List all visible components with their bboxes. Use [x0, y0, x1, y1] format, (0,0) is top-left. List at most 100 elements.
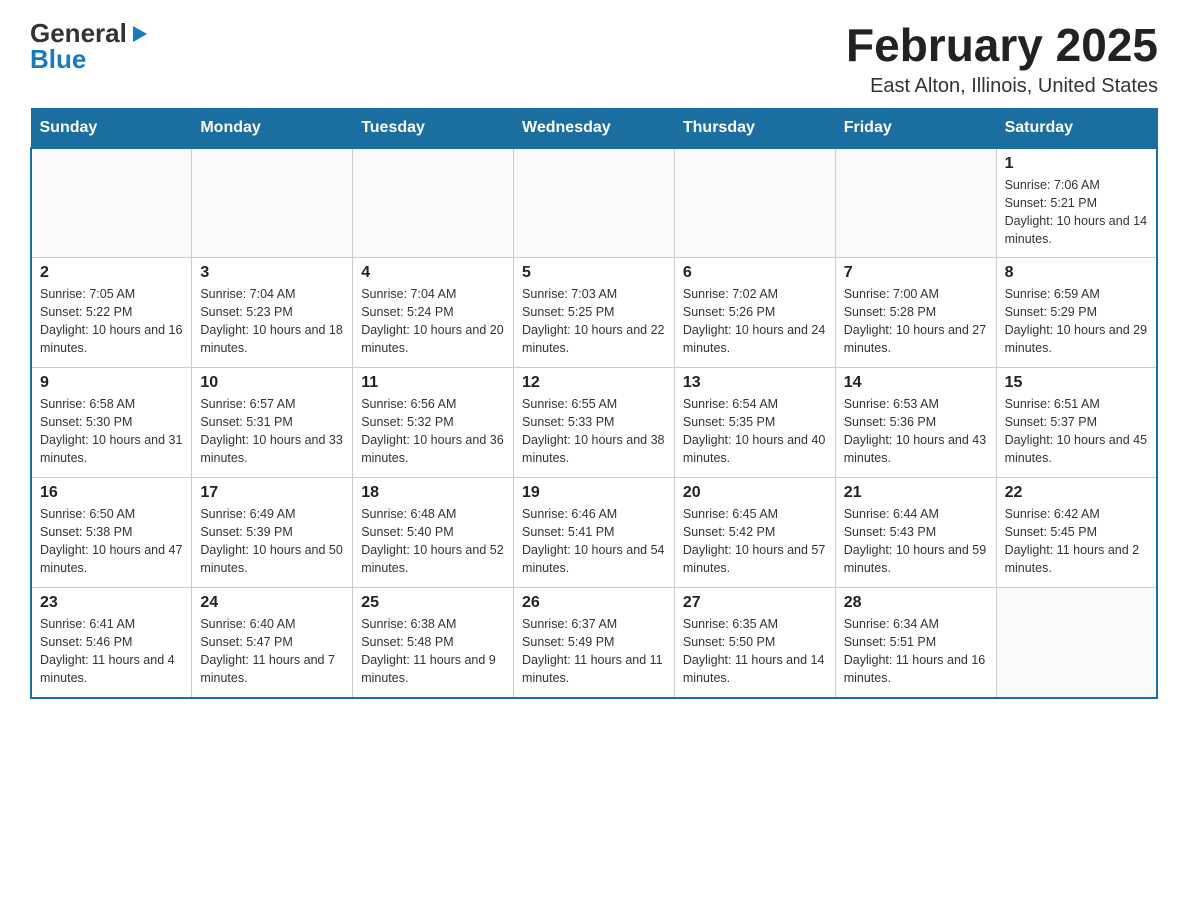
day-number: 10 [200, 374, 344, 392]
day-info: Sunrise: 7:05 AMSunset: 5:22 PMDaylight:… [40, 285, 183, 358]
calendar-cell: 25 Sunrise: 6:38 AMSunset: 5:48 PMDayligh… [353, 588, 514, 698]
calendar-cell [192, 148, 353, 258]
calendar-week-row: 2 Sunrise: 7:05 AMSunset: 5:22 PMDaylight… [31, 258, 1157, 368]
calendar-cell: 4 Sunrise: 7:04 AMSunset: 5:24 PMDaylight… [353, 258, 514, 368]
day-info: Sunrise: 6:58 AMSunset: 5:30 PMDaylight:… [40, 395, 183, 468]
calendar-cell [835, 148, 996, 258]
day-number: 13 [683, 374, 827, 392]
day-header-tuesday: Tuesday [353, 108, 514, 148]
day-info: Sunrise: 6:38 AMSunset: 5:48 PMDaylight:… [361, 615, 505, 688]
calendar-cell [996, 588, 1157, 698]
day-number: 22 [1005, 484, 1148, 502]
days-header-row: SundayMondayTuesdayWednesdayThursdayFrid… [31, 108, 1157, 148]
day-number: 24 [200, 594, 344, 612]
day-header-monday: Monday [192, 108, 353, 148]
day-info: Sunrise: 6:49 AMSunset: 5:39 PMDaylight:… [200, 505, 344, 578]
calendar-cell: 7 Sunrise: 7:00 AMSunset: 5:28 PMDaylight… [835, 258, 996, 368]
calendar-cell [31, 148, 192, 258]
calendar-cell [514, 148, 675, 258]
calendar-cell: 2 Sunrise: 7:05 AMSunset: 5:22 PMDaylight… [31, 258, 192, 368]
day-number: 16 [40, 484, 183, 502]
calendar-cell: 21 Sunrise: 6:44 AMSunset: 5:43 PMDayligh… [835, 478, 996, 588]
day-info: Sunrise: 6:40 AMSunset: 5:47 PMDaylight:… [200, 615, 344, 688]
day-number: 11 [361, 374, 505, 392]
day-number: 9 [40, 374, 183, 392]
day-info: Sunrise: 7:02 AMSunset: 5:26 PMDaylight:… [683, 285, 827, 358]
day-info: Sunrise: 6:53 AMSunset: 5:36 PMDaylight:… [844, 395, 988, 468]
calendar-week-row: 23Sunrise: 6:41 AMSunset: 5:46 PMDayligh… [31, 588, 1157, 698]
day-number: 17 [200, 484, 344, 502]
day-number: 3 [200, 264, 344, 282]
calendar-cell: 27 Sunrise: 6:35 AMSunset: 5:50 PMDayligh… [674, 588, 835, 698]
day-number: 1 [1005, 155, 1148, 173]
page-header: General Blue February 2025 East Alton, I… [30, 20, 1158, 98]
day-info: Sunrise: 6:55 AMSunset: 5:33 PMDaylight:… [522, 395, 666, 468]
day-info: Sunrise: 6:56 AMSunset: 5:32 PMDaylight:… [361, 395, 505, 468]
day-info: Sunrise: 6:44 AMSunset: 5:43 PMDaylight:… [844, 505, 988, 578]
calendar-week-row: 1 Sunrise: 7:06 AMSunset: 5:21 PMDaylight… [31, 148, 1157, 258]
logo-blue-text: Blue [30, 46, 86, 72]
day-info: Sunrise: 7:03 AMSunset: 5:25 PMDaylight:… [522, 285, 666, 358]
calendar-cell: 22 Sunrise: 6:42 AMSunset: 5:45 PMDayligh… [996, 478, 1157, 588]
day-info: Sunrise: 6:42 AMSunset: 5:45 PMDaylight:… [1005, 505, 1148, 578]
day-info: Sunrise: 6:46 AMSunset: 5:41 PMDaylight:… [522, 505, 666, 578]
day-number: 2 [40, 264, 183, 282]
calendar-cell: 8 Sunrise: 6:59 AMSunset: 5:29 PMDaylight… [996, 258, 1157, 368]
day-number: 27 [683, 594, 827, 612]
day-number: 8 [1005, 264, 1148, 282]
day-number: 15 [1005, 374, 1148, 392]
day-info: Sunrise: 6:59 AMSunset: 5:29 PMDaylight:… [1005, 285, 1148, 358]
calendar-header: SundayMondayTuesdayWednesdayThursdayFrid… [31, 108, 1157, 148]
calendar-cell: 23Sunrise: 6:41 AMSunset: 5:46 PMDayligh… [31, 588, 192, 698]
calendar-cell [353, 148, 514, 258]
calendar-cell: 16Sunrise: 6:50 AMSunset: 5:38 PMDayligh… [31, 478, 192, 588]
month-title: February 2025 [846, 20, 1158, 71]
logo: General Blue [30, 20, 151, 72]
logo-arrow-icon [129, 23, 151, 45]
day-number: 20 [683, 484, 827, 502]
calendar-cell: 11 Sunrise: 6:56 AMSunset: 5:32 PMDayligh… [353, 368, 514, 478]
day-info: Sunrise: 6:51 AMSunset: 5:37 PMDaylight:… [1005, 395, 1148, 468]
calendar-cell: 5 Sunrise: 7:03 AMSunset: 5:25 PMDaylight… [514, 258, 675, 368]
calendar-cell: 17 Sunrise: 6:49 AMSunset: 5:39 PMDayligh… [192, 478, 353, 588]
day-number: 6 [683, 264, 827, 282]
day-number: 19 [522, 484, 666, 502]
day-number: 18 [361, 484, 505, 502]
title-block: February 2025 East Alton, Illinois, Unit… [846, 20, 1158, 98]
day-info: Sunrise: 7:04 AMSunset: 5:24 PMDaylight:… [361, 285, 505, 358]
day-header-saturday: Saturday [996, 108, 1157, 148]
day-number: 14 [844, 374, 988, 392]
calendar-cell: 10Sunrise: 6:57 AMSunset: 5:31 PMDayligh… [192, 368, 353, 478]
day-info: Sunrise: 6:45 AMSunset: 5:42 PMDaylight:… [683, 505, 827, 578]
day-info: Sunrise: 7:04 AMSunset: 5:23 PMDaylight:… [200, 285, 344, 358]
day-number: 5 [522, 264, 666, 282]
calendar-cell: 3 Sunrise: 7:04 AMSunset: 5:23 PMDaylight… [192, 258, 353, 368]
day-info: Sunrise: 7:00 AMSunset: 5:28 PMDaylight:… [844, 285, 988, 358]
calendar-cell: 19 Sunrise: 6:46 AMSunset: 5:41 PMDayligh… [514, 478, 675, 588]
calendar-cell: 14 Sunrise: 6:53 AMSunset: 5:36 PMDayligh… [835, 368, 996, 478]
day-header-thursday: Thursday [674, 108, 835, 148]
location-subtitle: East Alton, Illinois, United States [846, 75, 1158, 98]
calendar-cell: 9 Sunrise: 6:58 AMSunset: 5:30 PMDaylight… [31, 368, 192, 478]
calendar-cell: 6 Sunrise: 7:02 AMSunset: 5:26 PMDaylight… [674, 258, 835, 368]
calendar-cell: 1 Sunrise: 7:06 AMSunset: 5:21 PMDaylight… [996, 148, 1157, 258]
day-info: Sunrise: 6:34 AMSunset: 5:51 PMDaylight:… [844, 615, 988, 688]
day-number: 4 [361, 264, 505, 282]
calendar-body: 1 Sunrise: 7:06 AMSunset: 5:21 PMDaylight… [31, 148, 1157, 698]
day-number: 12 [522, 374, 666, 392]
calendar-cell [674, 148, 835, 258]
day-number: 21 [844, 484, 988, 502]
day-info: Sunrise: 6:41 AMSunset: 5:46 PMDaylight:… [40, 615, 183, 688]
day-header-friday: Friday [835, 108, 996, 148]
calendar-cell: 24 Sunrise: 6:40 AMSunset: 5:47 PMDayligh… [192, 588, 353, 698]
calendar-cell: 28Sunrise: 6:34 AMSunset: 5:51 PMDayligh… [835, 588, 996, 698]
day-header-wednesday: Wednesday [514, 108, 675, 148]
calendar-cell: 18Sunrise: 6:48 AMSunset: 5:40 PMDayligh… [353, 478, 514, 588]
day-info: Sunrise: 7:06 AMSunset: 5:21 PMDaylight:… [1005, 176, 1148, 249]
day-number: 25 [361, 594, 505, 612]
calendar-cell: 26Sunrise: 6:37 AMSunset: 5:49 PMDayligh… [514, 588, 675, 698]
calendar-cell: 13Sunrise: 6:54 AMSunset: 5:35 PMDayligh… [674, 368, 835, 478]
calendar-cell: 15 Sunrise: 6:51 AMSunset: 5:37 PMDayligh… [996, 368, 1157, 478]
day-number: 7 [844, 264, 988, 282]
day-info: Sunrise: 6:35 AMSunset: 5:50 PMDaylight:… [683, 615, 827, 688]
